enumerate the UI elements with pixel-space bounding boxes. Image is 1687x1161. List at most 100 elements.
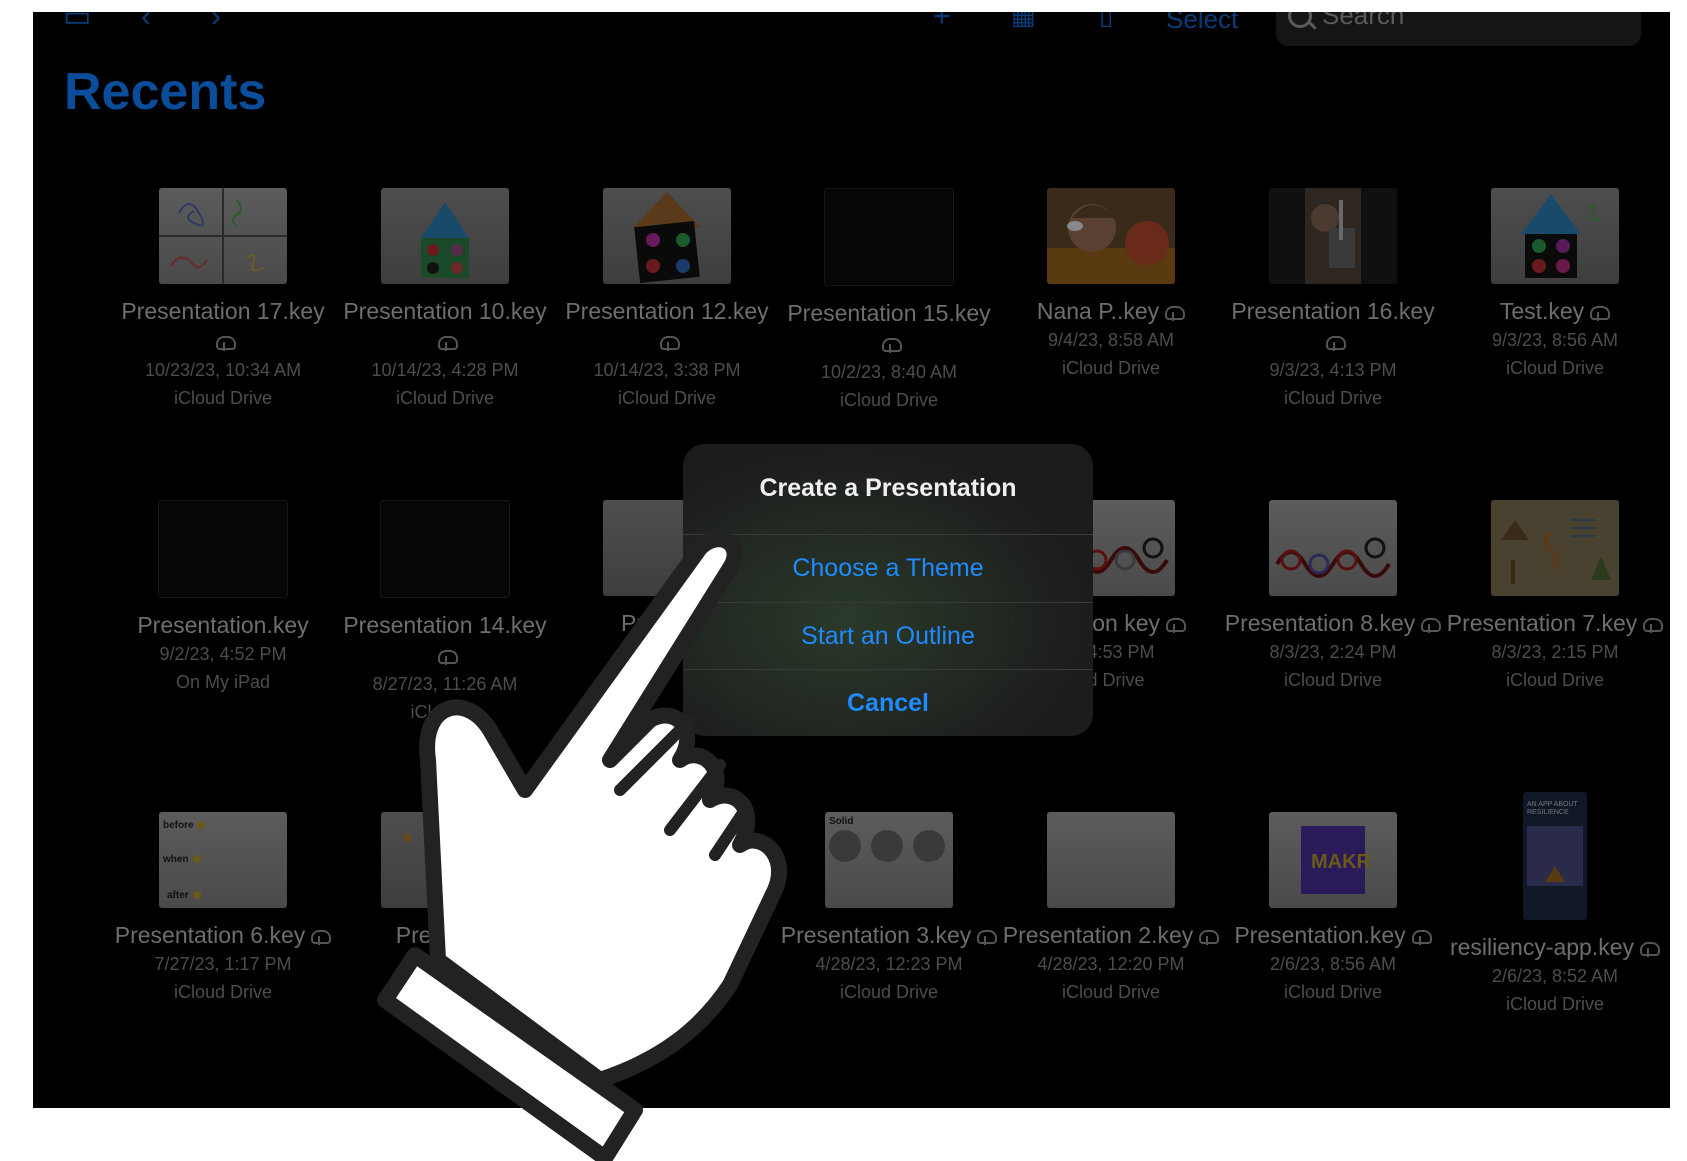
file-thumbnail bbox=[824, 188, 954, 286]
file-thumbnail bbox=[380, 500, 510, 598]
file-item[interactable]: Presentation 8.key 8/3/23, 2:24 PM iClou… bbox=[1223, 500, 1443, 694]
file-thumbnail bbox=[1269, 188, 1397, 284]
page-title: Recents bbox=[64, 63, 267, 121]
file-location: iCloud Drive bbox=[1283, 388, 1383, 408]
cloud-download-icon bbox=[1326, 335, 1346, 351]
file-item[interactable]: Presentation 16.key 9/3/23, 4:13 PM iClo… bbox=[1223, 188, 1443, 412]
file-name: Presentation 15.key bbox=[787, 300, 991, 326]
svg-text:after: after bbox=[167, 890, 189, 901]
sort-icon[interactable]: ▯ bbox=[1099, 12, 1113, 28]
file-date: 10/2/23, 8:40 AM bbox=[820, 362, 958, 382]
file-location: iCloud Drive bbox=[1505, 994, 1605, 1014]
file-name: Test.key bbox=[1499, 298, 1585, 324]
file-date: 7/27/23, 1:17 PM bbox=[154, 954, 292, 974]
file-item[interactable]: Presentation 15.key 10/2/23, 8:40 AM iCl… bbox=[779, 188, 999, 414]
file-item[interactable]: AN APP ABOUT RESILIENCE resiliency-app.k… bbox=[1445, 792, 1665, 1018]
file-item[interactable]: Presentation.key 9/2/23, 4:52 PM On My i… bbox=[113, 500, 333, 696]
cloud-download-icon bbox=[311, 929, 332, 945]
file-location: iCloud Drive bbox=[1061, 982, 1161, 1002]
file-date: 10/14/23, 4:28 PM bbox=[371, 360, 519, 380]
file-thumbnail bbox=[381, 188, 509, 284]
file-name: Nana P..key bbox=[1036, 298, 1160, 324]
file-item[interactable]: Solid Presentation 3.key 4/28/23, 12:23 … bbox=[779, 812, 999, 1006]
file-name: resiliency-app.key bbox=[1449, 934, 1635, 960]
file-date: 9/3/23, 4:13 PM bbox=[1269, 360, 1397, 380]
cloud-download-icon bbox=[1643, 617, 1664, 633]
cloud-download-icon bbox=[1199, 929, 1220, 945]
toolbar: ▭ ‹ › + ▦ ▯ Select Search bbox=[33, 12, 1670, 52]
file-thumbnail bbox=[158, 500, 288, 598]
file-name: Presentation 14.key bbox=[343, 612, 547, 638]
file-date: 10/14/23, 3:38 PM bbox=[593, 360, 741, 380]
cancel-button[interactable]: Cancel bbox=[683, 669, 1093, 736]
file-date: 2/6/23, 8:56 AM bbox=[1269, 954, 1397, 974]
file-name: Presentation 16.key bbox=[1231, 298, 1435, 324]
cloud-download-icon bbox=[1411, 929, 1432, 945]
choose-theme-button[interactable]: Choose a Theme bbox=[683, 534, 1093, 602]
forward-chevron-icon[interactable]: › bbox=[211, 12, 221, 32]
search-icon bbox=[1288, 12, 1312, 28]
file-date: 10/23/23, 10:34 AM bbox=[144, 360, 302, 380]
file-date: 9/4/23, 8:58 AM bbox=[1047, 330, 1175, 350]
file-thumbnail: before when after bbox=[159, 812, 287, 908]
file-date: 4/28/23, 12:20 PM bbox=[1037, 954, 1185, 974]
file-thumbnail bbox=[1047, 188, 1175, 284]
cloud-download-icon bbox=[1421, 617, 1442, 633]
app-screen: ▭ ‹ › + ▦ ▯ Select Search Recents Presen… bbox=[33, 12, 1670, 1108]
select-button[interactable]: Select bbox=[1166, 12, 1238, 35]
cloud-download-icon bbox=[438, 649, 458, 665]
search-placeholder: Search bbox=[1322, 12, 1405, 30]
search-input[interactable]: Search bbox=[1276, 12, 1641, 46]
cloud-download-icon bbox=[1590, 305, 1611, 321]
file-location: iCloud Drive bbox=[173, 982, 273, 1002]
file-location: iCloud Drive bbox=[839, 982, 939, 1002]
file-name: Presentation.key bbox=[137, 612, 309, 638]
file-item[interactable]: Presentation 10.key 10/14/23, 4:28 PM iC… bbox=[335, 188, 555, 412]
file-item[interactable]: Presentation 14.key 8/27/23, 11:26 AM iC… bbox=[335, 500, 555, 726]
file-date: 6/2 bbox=[432, 954, 458, 974]
cloud-download-icon bbox=[882, 337, 902, 353]
cloud-download-icon bbox=[216, 335, 236, 351]
file-date: 2/6/23, 8:52 AM bbox=[1491, 966, 1619, 986]
file-thumbnail bbox=[1491, 500, 1619, 596]
file-location: On My iPad bbox=[175, 672, 271, 692]
grid-view-icon[interactable]: ▦ bbox=[1011, 12, 1036, 28]
file-thumbnail: Solid bbox=[825, 812, 953, 908]
file-name: Presentation 10.key bbox=[343, 298, 547, 324]
file-name: Presentation 8.key bbox=[1224, 610, 1416, 636]
file-item[interactable]: Presentation 2.key 4/28/23, 12:20 PM iCl… bbox=[1001, 812, 1221, 1006]
file-item[interactable]: MAKR Presentation.key 2/6/23, 8:56 AM iC… bbox=[1223, 812, 1443, 1006]
file-location: i bbox=[443, 982, 447, 1002]
cloud-download-icon bbox=[977, 929, 998, 945]
back-chevron-icon[interactable]: ‹ bbox=[141, 12, 151, 32]
file-date: 8/3/23, 2:15 PM bbox=[1491, 642, 1619, 662]
file-thumbnail bbox=[381, 812, 509, 908]
file-location: iCloud Drive bbox=[1283, 982, 1383, 1002]
cloud-download-icon bbox=[1640, 941, 1661, 957]
file-thumbnail bbox=[159, 188, 287, 284]
file-thumbnail: AN APP ABOUT RESILIENCE bbox=[1523, 792, 1587, 920]
file-item[interactable]: Presen 5. 6/2 i bbox=[335, 812, 555, 1006]
file-item[interactable]: Test.key 9/3/23, 8:56 AM iCloud Drive bbox=[1445, 188, 1665, 382]
file-item[interactable]: before when after Presentation 6.key 7/2… bbox=[113, 812, 333, 1006]
file-date: 9/2/23, 4:52 PM bbox=[159, 644, 287, 664]
file-thumbnail bbox=[603, 188, 731, 284]
file-item[interactable]: Nana P..key 9/4/23, 8:58 AM iCloud Drive bbox=[1001, 188, 1221, 382]
file-date: 8/3/23, 2:24 PM bbox=[1269, 642, 1397, 662]
file-item[interactable]: Presentation 12.key 10/14/23, 3:38 PM iC… bbox=[557, 188, 777, 412]
file-thumbnail bbox=[1047, 812, 1175, 908]
start-outline-button[interactable]: Start an Outline bbox=[683, 602, 1093, 670]
svg-text:Solid: Solid bbox=[829, 816, 853, 827]
sidebar-toggle-icon[interactable]: ▭ bbox=[63, 12, 91, 32]
file-name: Presentation 17.key bbox=[121, 298, 325, 324]
svg-text:AN APP ABOUT: AN APP ABOUT bbox=[1527, 801, 1579, 808]
file-location: iCloud Drive bbox=[173, 388, 273, 408]
cloud-download-icon bbox=[1165, 305, 1186, 321]
file-location: iCloud Drive bbox=[1283, 670, 1383, 690]
add-icon[interactable]: + bbox=[933, 12, 951, 32]
file-location: iCloud Drive bbox=[1505, 358, 1605, 378]
file-thumbnail bbox=[1269, 500, 1397, 596]
svg-text:MAKR: MAKR bbox=[1311, 851, 1372, 873]
file-item[interactable]: Presentation 7.key 8/3/23, 2:15 PM iClou… bbox=[1445, 500, 1665, 694]
file-item[interactable]: Presentation 17.key 10/23/23, 10:34 AM i… bbox=[113, 188, 333, 412]
